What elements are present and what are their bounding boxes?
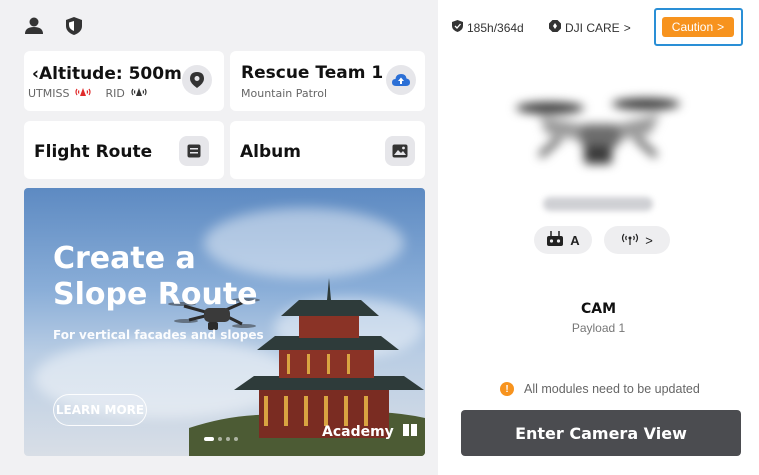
team-title: Rescue Team 1 xyxy=(241,63,384,83)
payload-label: Payload 1 xyxy=(571,321,626,335)
academy-label: Academy xyxy=(322,424,394,440)
carousel-dot[interactable] xyxy=(226,437,230,441)
remote-controller-status[interactable]: A xyxy=(534,226,592,254)
dji-care-label: DJI CARE xyxy=(565,20,620,35)
chevron-right-icon: > xyxy=(717,20,725,34)
model-name-redacted xyxy=(543,197,653,211)
banner-description: For vertical facades and slopes xyxy=(53,328,264,342)
link-signal-status[interactable]: > xyxy=(604,226,670,254)
carousel-dot[interactable] xyxy=(234,437,238,441)
device-right-pane: 185h/364d DJI CARE > Caution > A > CAM P… xyxy=(438,0,759,475)
drone-image xyxy=(516,98,680,164)
warning-icon: ! xyxy=(500,382,514,396)
altitude-title: ‹Altitude: 500m xyxy=(32,64,182,84)
flight-hours-value: 185h/364d xyxy=(467,20,524,35)
carousel-dot[interactable] xyxy=(218,437,222,441)
carousel-dot-active[interactable] xyxy=(204,437,214,441)
care-icon xyxy=(549,20,561,35)
altitude-status-row: UTMISS RID xyxy=(28,87,147,100)
team-card[interactable]: Rescue Team 1 Mountain Patrol xyxy=(230,51,425,111)
route-list-icon[interactable] xyxy=(179,136,209,166)
caution-button[interactable]: Caution > xyxy=(662,17,734,37)
utmiss-signal-icon xyxy=(75,87,92,100)
gallery-icon[interactable] xyxy=(385,136,415,166)
album-title: Album xyxy=(240,142,301,162)
enter-camera-view-button[interactable]: Enter Camera View xyxy=(461,410,741,456)
update-notice[interactable]: ! All modules need to be updated xyxy=(500,382,700,396)
remote-controller-icon xyxy=(546,230,564,250)
caution-label: Caution xyxy=(671,20,714,34)
shield-icon xyxy=(452,20,463,35)
chevron-right-icon: > xyxy=(623,20,631,35)
user-icon[interactable] xyxy=(24,16,44,36)
dji-care-link[interactable]: DJI CARE > xyxy=(549,20,631,35)
altitude-card[interactable]: ‹Altitude: 500m UTMISS RID xyxy=(24,51,224,111)
antenna-signal-icon xyxy=(621,232,639,249)
album-card[interactable]: Album xyxy=(230,121,425,179)
update-notice-text: All modules need to be updated xyxy=(524,382,700,396)
carousel-dots[interactable] xyxy=(204,437,238,441)
top-icons xyxy=(24,16,84,36)
promo-banner[interactable]: Create a Slope Route For vertical facade… xyxy=(24,188,425,456)
altitude-value: Altitude: 500m xyxy=(39,64,182,84)
cloud-upload-icon[interactable] xyxy=(386,65,416,95)
flight-route-title: Flight Route xyxy=(34,142,153,162)
shield-icon[interactable] xyxy=(64,16,84,36)
utmiss-label: UTMISS xyxy=(28,87,70,100)
home-left-pane: ‹Altitude: 500m UTMISS RID Rescue Team 1… xyxy=(0,0,438,475)
title-prefix: ‹ xyxy=(32,64,40,84)
chevron-right-icon: > xyxy=(645,232,653,248)
remote-mode-label: A xyxy=(570,232,580,248)
payload-name: CAM xyxy=(580,301,617,317)
team-subtitle: Mountain Patrol xyxy=(241,87,328,100)
banner-headline: Create a Slope Route xyxy=(53,241,258,312)
flight-route-card[interactable]: Flight Route xyxy=(24,121,224,179)
caution-highlight: Caution > xyxy=(654,8,743,46)
academy-link[interactable]: Academy xyxy=(322,423,418,441)
location-pin-icon[interactable] xyxy=(182,65,212,95)
rid-signal-icon xyxy=(131,87,147,100)
learn-more-button[interactable]: LEARN MORE xyxy=(53,394,147,426)
rid-label: RID xyxy=(105,87,125,100)
flight-hours: 185h/364d xyxy=(452,20,524,35)
book-icon xyxy=(402,423,418,441)
